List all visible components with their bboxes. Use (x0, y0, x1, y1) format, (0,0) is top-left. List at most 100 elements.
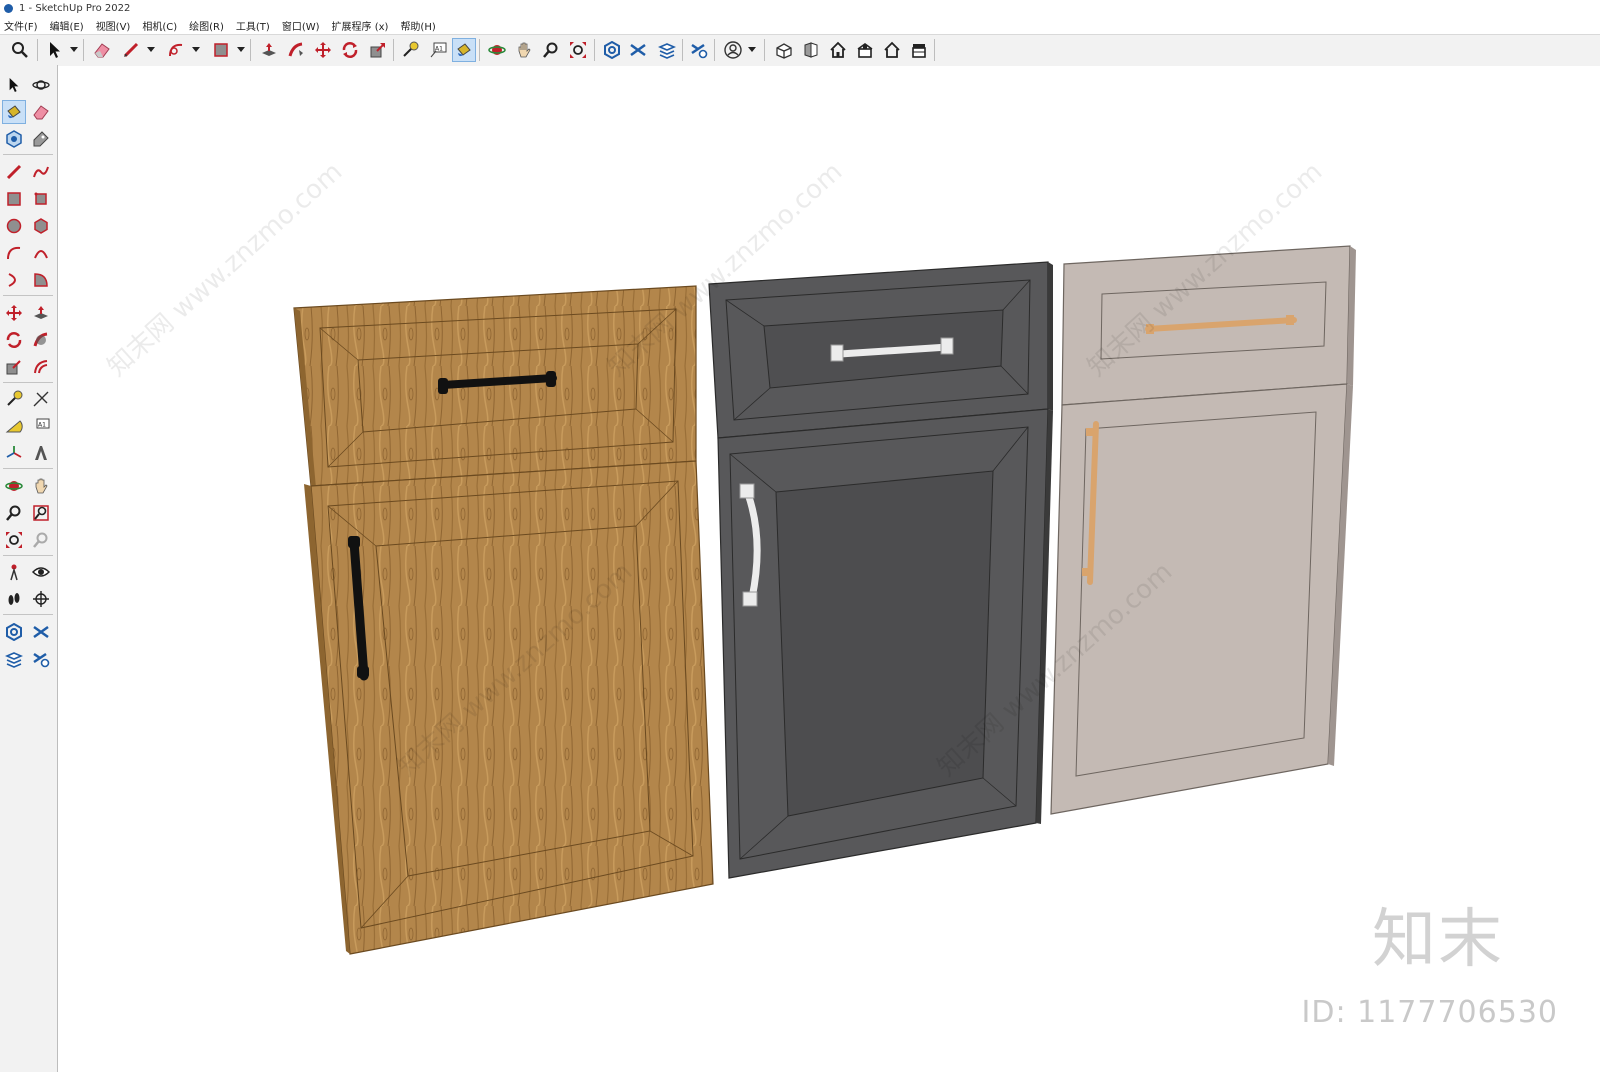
menu-file[interactable]: 文件(F) (0, 18, 44, 33)
iso-view-icon[interactable] (772, 38, 796, 62)
toolbar-separator (3, 468, 53, 469)
menu-extensions[interactable]: 扩展程序 (x) (326, 18, 395, 33)
rotate-icon[interactable] (338, 38, 362, 62)
pencil-line-icon[interactable] (119, 38, 143, 62)
arc-icon[interactable] (2, 241, 26, 265)
dimension-icon[interactable] (29, 387, 53, 411)
offset-icon[interactable] (29, 355, 53, 379)
top-toolbar: A1 (0, 34, 1600, 67)
extension-manager-icon[interactable] (29, 647, 53, 671)
zoom-icon[interactable] (8, 38, 32, 62)
back-view-icon[interactable] (880, 38, 904, 62)
menu-view[interactable]: 视图(V) (90, 18, 137, 33)
protractor-icon[interactable] (2, 414, 26, 438)
pencil-line-icon[interactable] (2, 160, 26, 184)
sketchup-app-icon (4, 4, 13, 13)
axes-icon[interactable] (2, 441, 26, 465)
previous-view-icon[interactable] (29, 528, 53, 552)
chevron-down-icon[interactable] (70, 38, 78, 62)
toolbar-separator (594, 39, 595, 61)
left-view-icon[interactable] (907, 38, 931, 62)
select-icon[interactable] (2, 73, 26, 97)
scale-icon[interactable] (366, 38, 390, 62)
chevron-down-icon[interactable] (192, 38, 200, 62)
rectangle-icon[interactable] (2, 187, 26, 211)
greige-door[interactable] (1050, 245, 1356, 815)
menu-tools[interactable]: 工具(T) (230, 18, 276, 33)
zoom-extents-icon[interactable] (2, 528, 26, 552)
eraser-icon[interactable] (29, 100, 53, 124)
rotated-rectangle-icon[interactable] (29, 187, 53, 211)
chevron-down-icon[interactable] (147, 38, 155, 62)
charcoal-door[interactable] (708, 261, 1053, 879)
toolbar-separator (250, 39, 251, 61)
warehouse-icon[interactable] (2, 620, 26, 644)
scale-icon[interactable] (2, 355, 26, 379)
look-around-icon[interactable] (29, 560, 53, 584)
pan-icon[interactable] (29, 474, 53, 498)
select-icon[interactable] (43, 38, 67, 62)
freehand-icon[interactable] (29, 160, 53, 184)
extension-warehouse-icon[interactable] (29, 620, 53, 644)
zoom-window-icon[interactable] (539, 38, 563, 62)
layout-icon[interactable] (2, 647, 26, 671)
push-pull-icon[interactable] (29, 301, 53, 325)
push-pull-icon[interactable] (257, 38, 281, 62)
account-icon[interactable] (721, 38, 745, 62)
zoom-window-icon[interactable] (29, 501, 53, 525)
drawing-canvas[interactable]: 知末网 www.znzmo.com 知末网 www.znzmo.com 知末网 … (58, 66, 1600, 1072)
walk-icon[interactable] (2, 587, 26, 611)
tape-measure-icon[interactable] (2, 387, 26, 411)
eraser-icon[interactable] (90, 38, 114, 62)
move-icon[interactable] (2, 301, 26, 325)
menu-draw[interactable]: 绘图(R) (183, 18, 230, 33)
menu-window[interactable]: 窗口(W) (276, 18, 326, 33)
warehouse-icon[interactable] (600, 38, 624, 62)
chevron-down-icon[interactable] (748, 38, 756, 62)
paint-bucket-icon[interactable] (2, 100, 26, 124)
toolbar-separator (479, 39, 480, 61)
oak-door[interactable] (293, 285, 714, 955)
text-label-icon[interactable]: A1 (426, 38, 450, 62)
oak-drawer-front[interactable] (293, 285, 697, 487)
position-camera-icon[interactable] (2, 560, 26, 584)
section-plane-icon[interactable] (29, 587, 53, 611)
orbit-icon[interactable] (29, 73, 53, 97)
chevron-down-icon[interactable] (237, 38, 245, 62)
follow-me-icon[interactable] (29, 328, 53, 352)
zoom-icon[interactable] (2, 501, 26, 525)
polygon-icon[interactable] (29, 214, 53, 238)
menu-help[interactable]: 帮助(H) (394, 18, 441, 33)
arc-icon[interactable] (164, 38, 188, 62)
two-point-arc-icon[interactable] (29, 241, 53, 265)
toolbar-separator (3, 555, 53, 556)
text-label-icon[interactable]: A1 (29, 414, 53, 438)
menu-edit[interactable]: 编辑(E) (44, 18, 90, 33)
top-view-icon[interactable] (826, 38, 850, 62)
3d-text-icon[interactable] (29, 441, 53, 465)
zoom-extents-icon[interactable] (566, 38, 590, 62)
rotate-icon[interactable] (2, 328, 26, 352)
extension-manager-icon[interactable] (687, 38, 711, 62)
front-view-icon[interactable] (799, 38, 823, 62)
extension-warehouse-icon[interactable] (626, 38, 650, 62)
follow-me-icon[interactable] (284, 38, 308, 62)
tape-measure-icon[interactable] (398, 38, 422, 62)
menu-camera[interactable]: 相机(C) (136, 18, 183, 33)
pie-icon[interactable] (29, 268, 53, 292)
three-point-arc-icon[interactable] (2, 268, 26, 292)
pan-icon[interactable] (512, 38, 536, 62)
orbit-icon[interactable] (485, 38, 509, 62)
component-icon[interactable] (2, 127, 26, 151)
move-icon[interactable] (311, 38, 335, 62)
right-view-icon[interactable] (853, 38, 877, 62)
tag-icon[interactable] (29, 127, 53, 151)
oak-door-panel[interactable] (310, 460, 714, 955)
toolbar-separator (714, 39, 715, 61)
orbit-icon[interactable] (2, 474, 26, 498)
paint-bucket-icon[interactable] (452, 38, 476, 62)
layout-icon[interactable] (655, 38, 679, 62)
rectangle-icon[interactable] (209, 38, 233, 62)
circle-icon[interactable] (2, 214, 26, 238)
toolbar-separator (934, 39, 935, 61)
